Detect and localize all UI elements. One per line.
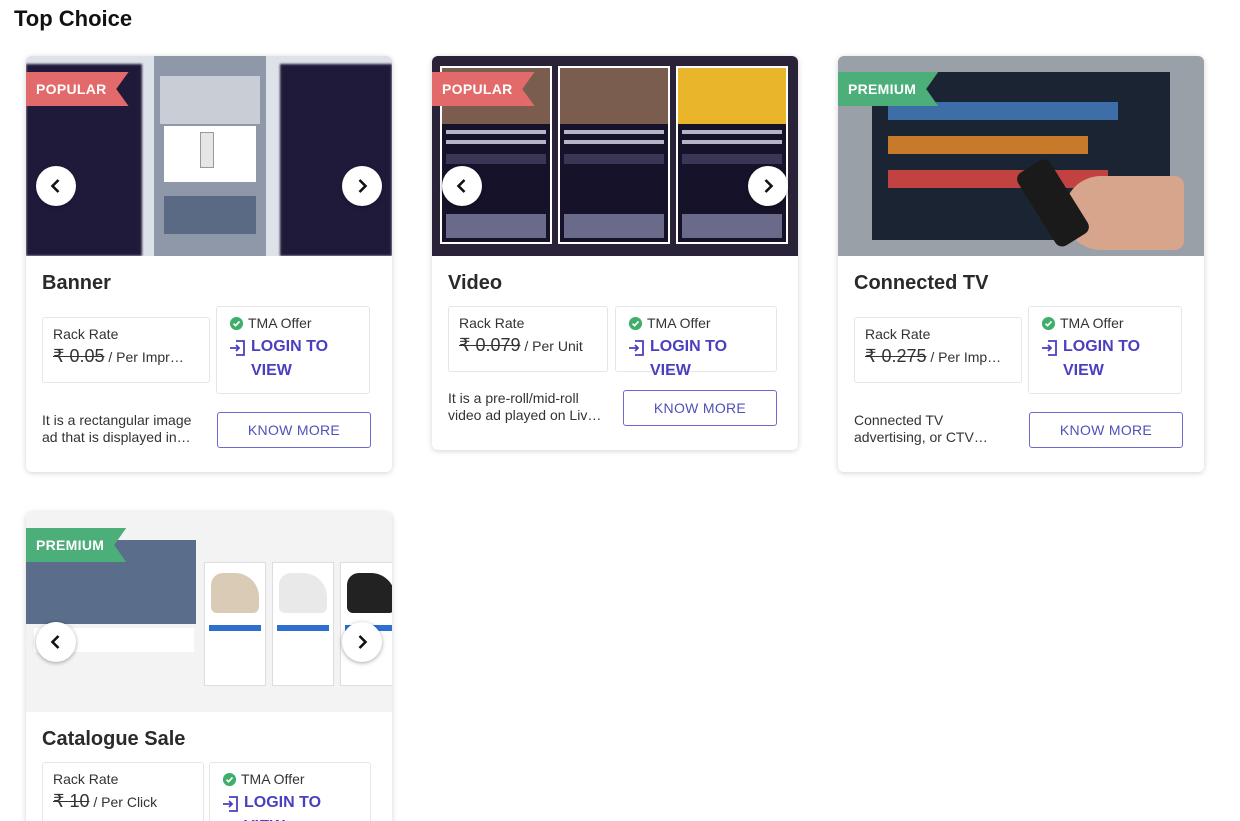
card-media: PREMIUM xyxy=(838,56,1204,256)
premium-badge: PREMIUM xyxy=(838,72,939,106)
rate-label: Rack Rate xyxy=(459,315,525,331)
tma-offer-box: TMA Offer LOGIN TO VIEW xyxy=(1028,306,1182,394)
rate-value: ₹ 0.275 xyxy=(865,346,927,366)
carousel-next-button[interactable] xyxy=(342,622,382,662)
ad-card-connected-tv[interactable]: PREMIUM Connected TV Rack Rate ₹ 0.275 /… xyxy=(838,56,1204,472)
carousel-prev-button[interactable] xyxy=(36,622,76,662)
login-icon xyxy=(230,340,245,356)
rate-label: Rack Rate xyxy=(53,326,119,342)
card-description: It is a pre-roll/mid-roll video ad playe… xyxy=(448,390,614,424)
rate-label: Rack Rate xyxy=(865,326,931,342)
popular-badge: POPULAR xyxy=(26,72,129,106)
premium-badge: PREMIUM xyxy=(26,528,127,562)
rate-value: ₹ 0.05 xyxy=(53,346,105,366)
login-to-view-link[interactable]: LOGIN TO VIEW xyxy=(229,335,357,383)
chevron-right-icon xyxy=(764,179,774,193)
ad-card-catalogue-sale[interactable]: PREMIUM Catalogue Sale Rack Rate ₹ 10 / … xyxy=(26,512,392,821)
carousel-next-button[interactable] xyxy=(748,166,788,206)
login-icon xyxy=(1042,340,1057,356)
offer-label: TMA Offer xyxy=(241,771,305,787)
rate-unit: / Per Click xyxy=(93,794,158,810)
login-text-line2: VIEW xyxy=(251,362,292,379)
offer-label: TMA Offer xyxy=(1060,315,1124,331)
card-media: POPULAR xyxy=(432,56,798,256)
login-icon xyxy=(223,796,238,812)
know-more-button[interactable]: KNOW MORE xyxy=(1029,412,1183,448)
ad-card-video[interactable]: POPULAR Video Rack Rate ₹ 0.079 / Per Un… xyxy=(432,56,798,450)
rate-value: ₹ 10 xyxy=(53,791,90,811)
rack-rate-box: Rack Rate ₹ 0.275 / Per Imp… xyxy=(854,317,1022,383)
card-title: Connected TV xyxy=(854,272,989,294)
tma-offer-box: TMA Offer LOGIN TO VIEW xyxy=(216,306,370,394)
chevron-right-icon xyxy=(358,179,368,193)
verified-badge-icon xyxy=(229,316,244,330)
desc-line2: ad that is displayed in… xyxy=(42,429,191,445)
desc-line1: It is a pre-roll/mid-roll xyxy=(448,390,579,406)
know-more-button[interactable]: KNOW MORE xyxy=(217,412,371,448)
rate-unit: / Per Imp… xyxy=(930,349,1002,365)
login-icon xyxy=(629,340,644,356)
rate-label: Rack Rate xyxy=(53,771,119,787)
chevron-left-icon xyxy=(456,179,466,193)
desc-line2: advertising, or CTV… xyxy=(854,429,988,445)
carousel-prev-button[interactable] xyxy=(36,166,76,206)
login-to-view-link[interactable]: LOGIN TO VIEW xyxy=(1041,335,1169,383)
card-media: POPULAR xyxy=(26,56,392,256)
card-title: Banner xyxy=(42,272,111,294)
card-media: PREMIUM xyxy=(26,512,392,712)
popular-badge: POPULAR xyxy=(432,72,535,106)
card-description: It is a rectangular image ad that is dis… xyxy=(42,412,208,446)
verified-badge-icon xyxy=(222,772,237,786)
verified-badge-icon xyxy=(628,316,643,330)
chevron-right-icon xyxy=(358,635,368,649)
card-title: Catalogue Sale xyxy=(42,728,186,750)
carousel-prev-button[interactable] xyxy=(442,166,482,206)
login-text-line2: VIEW xyxy=(1063,362,1104,379)
desc-line1: Connected TV xyxy=(854,412,944,428)
login-text: LOGIN TO VIEW xyxy=(244,794,322,821)
ad-card-banner[interactable]: POPULAR Banner Rack Rate ₹ 0.05 / Per Im… xyxy=(26,56,392,472)
card-description: Connected TV advertising, or CTV… xyxy=(854,412,1020,446)
rate-unit: / Per Unit xyxy=(524,338,583,354)
section-title: Top Choice xyxy=(14,6,133,31)
rate-value: ₹ 0.079 xyxy=(459,335,521,355)
login-text-line1: LOGIN TO xyxy=(251,338,329,355)
login-text-line1: LOGIN TO xyxy=(1063,338,1141,355)
rack-rate-box: Rack Rate ₹ 10 / Per Click xyxy=(42,762,204,821)
login-to-view-link[interactable]: LOGIN TO VIEW xyxy=(628,335,764,383)
login-to-view-link[interactable]: LOGIN TO VIEW xyxy=(222,791,358,821)
offer-label: TMA Offer xyxy=(647,315,711,331)
offer-label: TMA Offer xyxy=(248,315,312,331)
desc-line2: video ad played on Liv… xyxy=(448,407,602,423)
chevron-left-icon xyxy=(50,179,60,193)
chevron-left-icon xyxy=(50,635,60,649)
rack-rate-box: Rack Rate ₹ 0.079 / Per Unit xyxy=(448,306,608,372)
tma-offer-box: TMA Offer LOGIN TO VIEW xyxy=(615,306,777,379)
know-more-button[interactable]: KNOW MORE xyxy=(623,390,777,426)
card-title: Video xyxy=(448,272,503,294)
login-text: LOGIN TO VIEW xyxy=(650,338,728,379)
carousel-next-button[interactable] xyxy=(342,166,382,206)
rack-rate-box: Rack Rate ₹ 0.05 / Per Impr… xyxy=(42,317,210,383)
verified-badge-icon xyxy=(1041,316,1056,330)
rate-unit: / Per Impr… xyxy=(108,349,184,365)
tma-offer-box: TMA Offer LOGIN TO VIEW xyxy=(209,762,371,821)
desc-line1: It is a rectangular image xyxy=(42,412,192,428)
